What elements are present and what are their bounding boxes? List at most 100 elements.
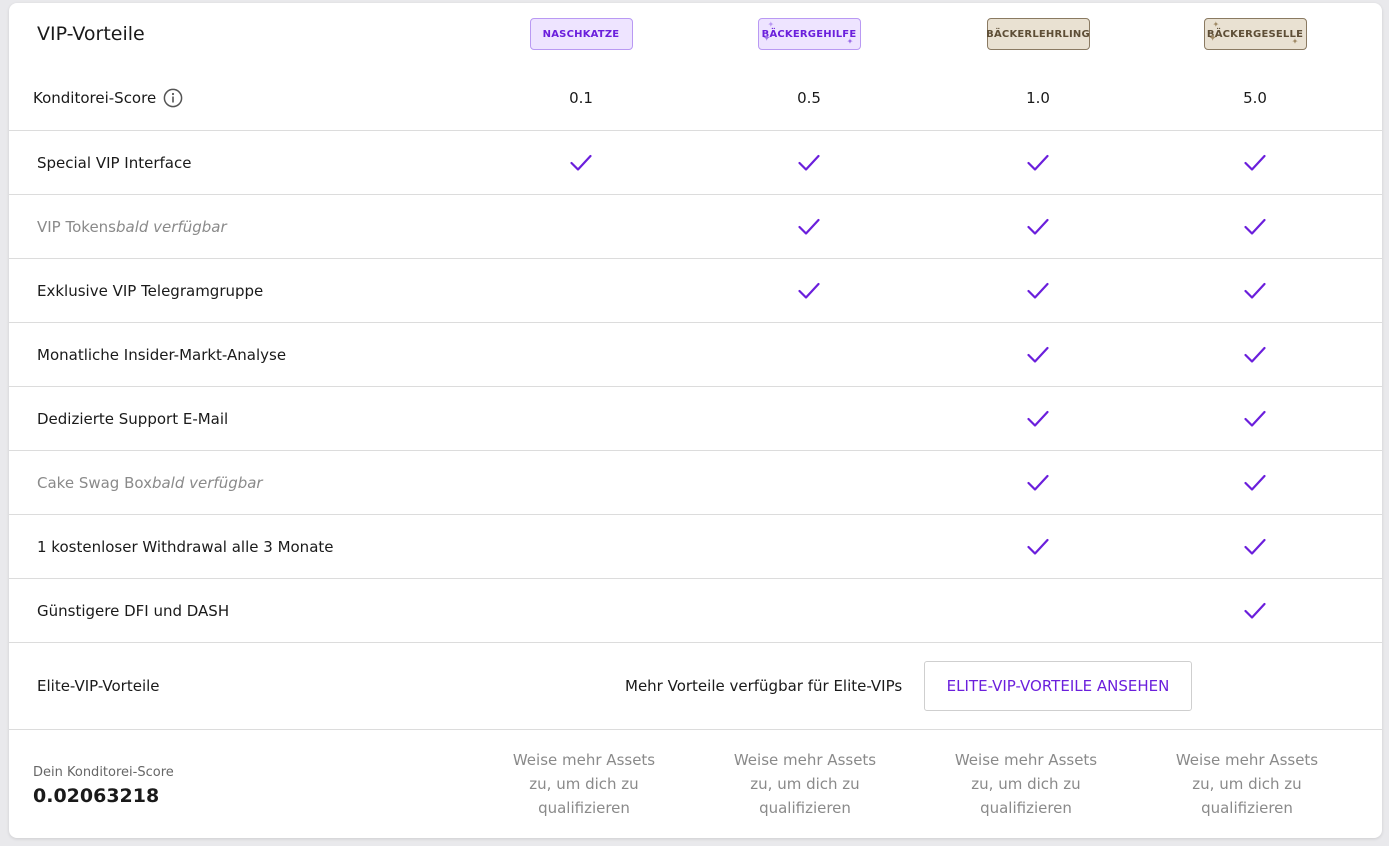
header-row: VIP-Vorteile NASCHKATZE ✦ ✦ ✦ BÄCKERGEHI… xyxy=(9,3,1382,65)
sparkle-icon: ✦ xyxy=(767,20,775,29)
tier-cell xyxy=(707,259,911,322)
feature-label-text: Cake Swag Box xyxy=(37,473,152,492)
score-row: Konditorei-Score 0.1 0.5 1.0 5.0 xyxy=(9,65,1382,131)
feature-label: Günstigere DFI und DASH xyxy=(37,579,229,642)
view-elite-benefits-button[interactable]: ELITE-VIP-VORTEILE ANSEHEN xyxy=(924,661,1192,711)
checkmark-icon xyxy=(798,282,820,299)
tier-cell xyxy=(936,387,1140,450)
sparkle-icon: ✦ xyxy=(1208,33,1218,44)
feature-label-text: Exklusive VIP Telegramgruppe xyxy=(37,281,264,300)
tier-cell xyxy=(936,131,1140,194)
your-score-value: 0.02063218 xyxy=(33,785,160,807)
tier-cell xyxy=(479,323,683,386)
qualify-line: qualifizieren xyxy=(1201,799,1293,817)
feature-row: Günstigere DFI und DASH xyxy=(9,579,1382,643)
checkmark-icon xyxy=(1027,218,1049,235)
checkmark-icon xyxy=(1244,218,1266,235)
tier-cell xyxy=(707,515,911,578)
elite-row: Elite-VIP-Vorteile Mehr Vorteile verfügb… xyxy=(9,643,1382,730)
checkmark-icon xyxy=(1027,410,1049,427)
feature-row: Cake Swag Box bald verfügbar xyxy=(9,451,1382,515)
your-score-label: Dein Konditorei-Score xyxy=(33,765,174,780)
checkmark-icon xyxy=(1244,346,1266,363)
checkmark-icon xyxy=(798,154,820,171)
score-value: 5.0 xyxy=(1243,88,1267,107)
feature-label-text: Günstigere DFI und DASH xyxy=(37,601,230,620)
tier-cell xyxy=(936,323,1140,386)
checkmark-icon xyxy=(1244,538,1266,555)
qualify-cell: Weise mehr Assets zu, um dich zu qualifi… xyxy=(494,730,674,838)
feature-label: Special VIP Interface xyxy=(37,131,191,194)
checkmark-icon xyxy=(1244,154,1266,171)
tier-badge-label: BÄCKERLEHRLING xyxy=(986,28,1090,40)
qualify-line: zu, um dich zu xyxy=(750,775,860,793)
feature-row: Monatliche Insider-Markt-Analyse xyxy=(9,323,1382,387)
tier-cell xyxy=(479,387,683,450)
tier-cell xyxy=(479,515,683,578)
info-icon[interactable] xyxy=(163,88,183,108)
tier-cell xyxy=(936,259,1140,322)
feature-label-text: Special VIP Interface xyxy=(37,153,192,172)
sparkle-icon: ✦ xyxy=(762,33,772,44)
qualify-line: qualifizieren xyxy=(980,799,1072,817)
qualify-text: Weise mehr Assets zu, um dich zu qualifi… xyxy=(715,748,895,820)
tier-cell xyxy=(479,579,683,642)
tier-badge-label: BÄCKERGESELLE xyxy=(1206,28,1304,40)
tier-cell xyxy=(936,195,1140,258)
feature-row: Dedizierte Support E-Mail xyxy=(9,387,1382,451)
qualify-cell: Weise mehr Assets zu, um dich zu qualifi… xyxy=(936,730,1116,838)
tier-1-cell: NASCHKATZE xyxy=(479,3,683,65)
vip-benefits-card: VIP-Vorteile NASCHKATZE ✦ ✦ ✦ BÄCKERGEHI… xyxy=(9,3,1382,838)
score-value: 1.0 xyxy=(1026,88,1050,107)
coming-soon-note: bald verfügbar xyxy=(151,473,263,492)
qualify-line: Weise mehr Assets xyxy=(1175,751,1319,769)
qualify-line: qualifizieren xyxy=(759,799,851,817)
tier-cell xyxy=(1153,579,1357,642)
feature-label-text: Monatliche Insider-Markt-Analyse xyxy=(37,345,287,364)
checkmark-icon xyxy=(1244,282,1266,299)
qualify-line: Weise mehr Assets xyxy=(733,751,877,769)
tier-cell xyxy=(479,195,683,258)
feature-row: Exklusive VIP Telegramgruppe xyxy=(9,259,1382,323)
tier-cell xyxy=(1153,515,1357,578)
score-label-text: Konditorei-Score xyxy=(33,88,157,107)
tier-cell xyxy=(707,451,911,514)
feature-label: Cake Swag Box bald verfügbar xyxy=(37,451,263,514)
sparkle-icon: ✦ xyxy=(1291,37,1299,46)
tier-4-cell: ✦ ✦ ✦ BÄCKERGESELLE xyxy=(1153,3,1357,65)
qualify-line: zu, um dich zu xyxy=(1192,775,1302,793)
feature-label-text: Dedizierte Support E-Mail xyxy=(37,409,229,428)
feature-label: 1 kostenloser Withdrawal alle 3 Monate xyxy=(37,515,334,578)
feature-row: 1 kostenloser Withdrawal alle 3 Monate xyxy=(9,515,1382,579)
checkmark-icon xyxy=(1027,346,1049,363)
tier-cell xyxy=(1153,131,1357,194)
checkmark-icon xyxy=(798,218,820,235)
tier-cell xyxy=(936,451,1140,514)
footer-row: Dein Konditorei-Score 0.02063218 Weise m… xyxy=(9,730,1382,838)
qualify-line: qualifizieren xyxy=(538,799,630,817)
tier-cell xyxy=(1153,323,1357,386)
page-title: VIP-Vorteile xyxy=(37,23,145,45)
tier-cell xyxy=(1153,387,1357,450)
checkmark-icon xyxy=(1027,154,1049,171)
qualify-line: zu, um dich zu xyxy=(529,775,639,793)
tier-badge-label: BÄCKERGEHILFE xyxy=(761,28,857,40)
feature-label: VIP Tokens bald verfügbar xyxy=(37,195,227,258)
tier-cell xyxy=(707,323,911,386)
qualify-line: Weise mehr Assets xyxy=(954,751,1098,769)
elite-description: Mehr Vorteile verfügbar für Elite-VIPs xyxy=(625,677,903,695)
feature-label: Exklusive VIP Telegramgruppe xyxy=(37,259,263,322)
score-value: 0.1 xyxy=(569,88,593,107)
tier-badge-label: NASCHKATZE xyxy=(542,28,620,40)
tier-badge-baeckergeselle: ✦ ✦ ✦ BÄCKERGESELLE xyxy=(1203,18,1307,50)
tier-badge-naschkatze: NASCHKATZE xyxy=(529,18,633,50)
tier-cell xyxy=(707,387,911,450)
score-label: Konditorei-Score xyxy=(33,65,183,130)
tier-cell xyxy=(1153,195,1357,258)
sparkle-icon: ✦ xyxy=(846,37,854,46)
feature-row: Special VIP Interface xyxy=(9,131,1382,195)
feature-label: Monatliche Insider-Markt-Analyse xyxy=(37,323,286,386)
tier-badge-baeckergehilfe: ✦ ✦ ✦ BÄCKERGEHILFE xyxy=(757,18,861,50)
score-value: 0.5 xyxy=(797,88,821,107)
tier-cell xyxy=(707,195,911,258)
